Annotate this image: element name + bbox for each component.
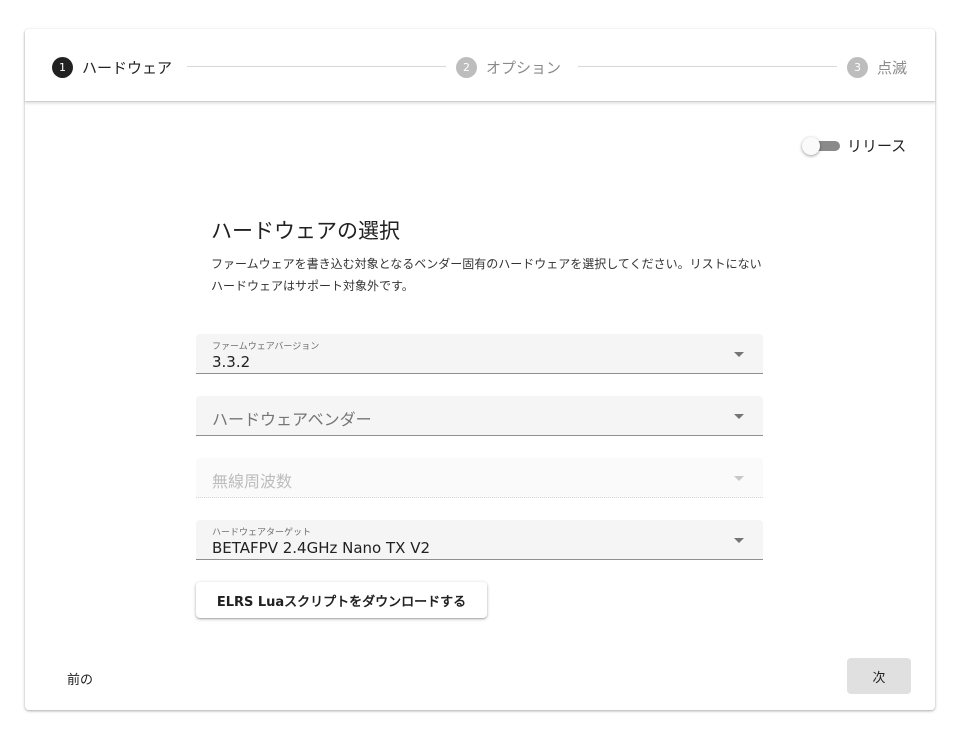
hardware-target-label: ハードウェアターゲット [212, 528, 312, 538]
hardware-target-value: BETAFPV 2.4GHz Nano TX V2 [212, 539, 431, 557]
firmware-version-value: 3.3.2 [212, 353, 251, 371]
hardware-vendor-placeholder: ハードウェアベンダー [212, 410, 372, 429]
stepper: 1 ハードウェア 2 オプション 3 点滅 [25, 29, 935, 102]
step-label-flash: 点滅 [877, 58, 908, 77]
step-number-2: 2 [456, 56, 477, 78]
step-flash[interactable]: 3 点滅 [847, 56, 907, 78]
dropdown-arrow-icon [734, 476, 744, 481]
next-button[interactable]: 次 [847, 658, 911, 694]
step-options[interactable]: 2 オプション [456, 56, 561, 78]
step-label-hardware: ハードウェア [82, 58, 173, 77]
dropdown-arrow-icon [734, 538, 744, 543]
release-toggle[interactable]: リリース [802, 135, 906, 156]
step-number-3: 3 [847, 56, 868, 78]
release-toggle-label: リリース [847, 137, 907, 155]
radio-frequency-select: 無線周波数 [196, 458, 763, 498]
download-lua-script-button[interactable]: ELRS Luaスクリプトをダウンロードする [196, 582, 487, 618]
step-number-1: 1 [52, 56, 73, 78]
toggle-knob [802, 136, 820, 155]
hardware-target-select[interactable]: ハードウェアターゲット BETAFPV 2.4GHz Nano TX V2 [196, 520, 763, 560]
radio-frequency-placeholder: 無線周波数 [212, 472, 293, 491]
toggle-switch[interactable] [802, 136, 840, 155]
step-connector [187, 66, 446, 67]
firmware-version-label: ファームウェアバージョン [212, 342, 320, 352]
page-title: ハードウェアの選択 [211, 219, 400, 243]
dropdown-arrow-icon [734, 414, 744, 419]
step-connector [578, 66, 837, 67]
hardware-vendor-select[interactable]: ハードウェアベンダー [196, 396, 763, 436]
dropdown-arrow-icon [734, 352, 744, 357]
step-label-options: オプション [486, 58, 562, 77]
step-hardware[interactable]: 1 ハードウェア [52, 56, 172, 78]
firmware-version-select[interactable]: ファームウェアバージョン 3.3.2 [196, 334, 763, 374]
wizard-card: 1 ハードウェア 2 オプション 3 点滅 リリース ハードウェアの選択 ファー… [25, 29, 935, 710]
previous-button[interactable]: 前の [67, 669, 93, 688]
page-description: ファームウェアを書き込む対象となるベンダー固有のハードウェアを選択してください。… [211, 257, 762, 293]
